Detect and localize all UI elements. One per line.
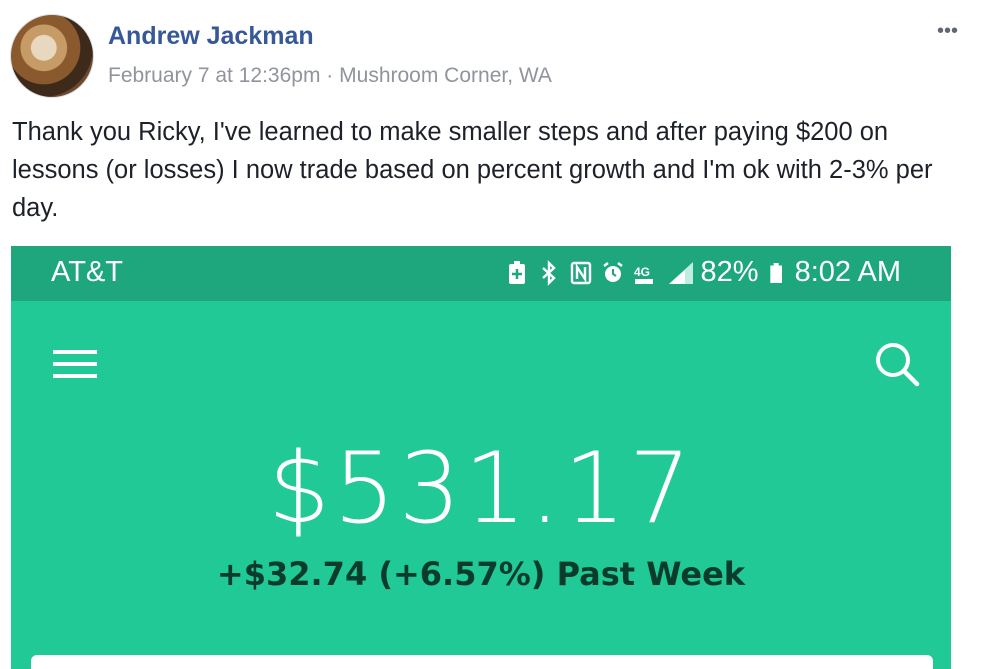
nfc-icon [570, 261, 591, 284]
post-photo[interactable]: AT&T 4G 82% 8:02 AM $531.17 +$32.74 (+6.… [11, 246, 951, 669]
status-icons: 4G 82% 8:02 AM [505, 256, 901, 289]
battery-saver-icon [508, 260, 525, 284]
4g-lte-icon: 4G [634, 265, 653, 284]
post-timestamp[interactable]: February 7 at 12:36pm [108, 64, 320, 87]
profile-avatar[interactable] [10, 14, 94, 98]
portfolio-change: +$32.74 (+6.57%) Past Week [216, 555, 746, 593]
portfolio-balance: $531.17 [267, 432, 695, 546]
alarm-icon [602, 261, 623, 282]
clock: 8:02 AM [794, 256, 901, 288]
battery-percent: 82% [700, 256, 759, 288]
search-icon[interactable] [873, 340, 921, 388]
content-card [31, 655, 933, 669]
post-location[interactable]: Mushroom Corner, WA [339, 64, 552, 87]
phone-status-bar: AT&T 4G 82% 8:02 AM [11, 246, 951, 301]
hamburger-menu-icon[interactable] [53, 346, 97, 382]
post-text: Thank you Ricky, I've learned to make sm… [12, 118, 933, 222]
bluetooth-icon [541, 259, 556, 286]
author-name[interactable]: Andrew Jackman [108, 22, 314, 51]
battery-icon [769, 262, 782, 283]
more-options-icon[interactable]: ••• [937, 20, 958, 43]
meta-separator: · [326, 64, 334, 87]
svg-text:4G: 4G [634, 265, 650, 279]
carrier-label: AT&T [51, 256, 123, 288]
post-meta: February 7 at 12:36pm · Mushroom Corner,… [108, 64, 552, 88]
signal-icon [668, 261, 693, 284]
